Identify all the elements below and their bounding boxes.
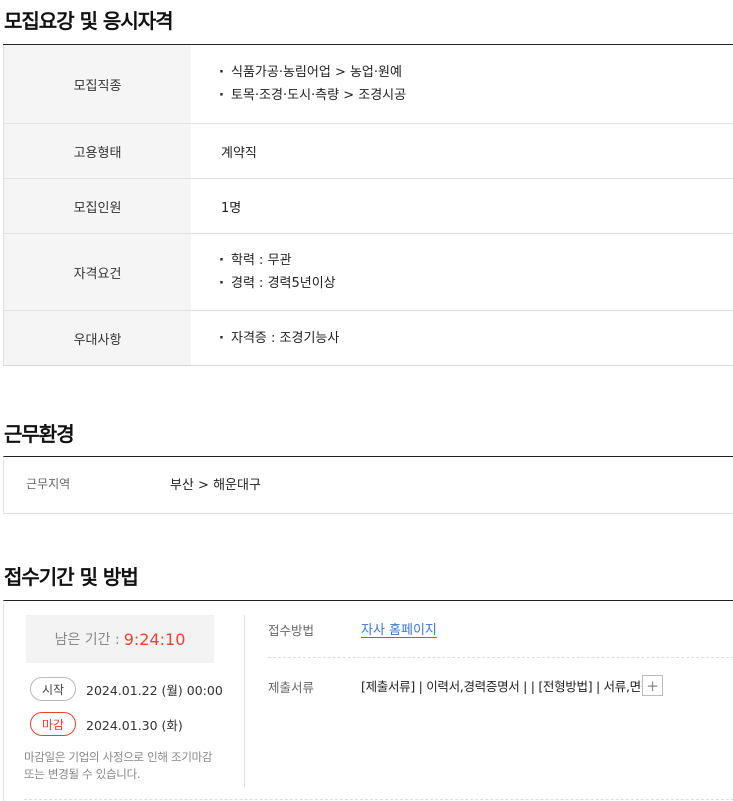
remaining-time-box: 남은 기간 : 9:24:10 (26, 615, 214, 663)
expand-documents-button[interactable]: + (642, 675, 663, 696)
apply-method-label: 접수방법 (268, 623, 315, 638)
list-item: 학력 : 무관 (219, 249, 733, 272)
table-row: 모집직종 식품가공·농림어업 > 농업·원예 토목·조경·도시·측량 > 조경시… (3, 45, 733, 124)
remaining-time-value: 9:24:10 (123, 629, 186, 649)
column-divider (244, 615, 245, 787)
qualification-label: 자격요건 (3, 234, 191, 310)
deadline-date: 2024.01.30 (화) (86, 717, 183, 733)
divider (268, 657, 733, 658)
apply-section-title: 접수기간 및 방법 (4, 565, 139, 589)
divider (24, 799, 733, 800)
list-item: 자격증 : 조경기능사 (219, 327, 733, 350)
start-date-row: 시작 2024.01.22 (월) 00:00 (30, 677, 223, 701)
preference-label: 우대사항 (3, 311, 191, 365)
recruit-section-title: 모집요강 및 응시자격 (4, 9, 174, 33)
job-type-label: 모집직종 (3, 45, 191, 123)
list-item: 토목·조경·도시·측량 > 조경시공 (219, 84, 733, 107)
start-badge: 시작 (30, 677, 76, 701)
apply-box: 남은 기간 : 9:24:10 시작 2024.01.22 (월) 00:00 … (3, 600, 733, 801)
qualification-value: 학력 : 무관 경력 : 경력5년이상 (191, 234, 733, 310)
table-row: 자격요건 학력 : 무관 경력 : 경력5년이상 (3, 234, 733, 311)
deadline-badge: 마감 (30, 712, 76, 736)
end-date-row: 마감 2024.01.30 (화) (30, 712, 183, 736)
documents-label: 제출서류 (268, 680, 315, 695)
table-row: 우대사항 자격증 : 조경기능사 (3, 311, 733, 366)
list-item: 식품가공·농림어업 > 농업·원예 (219, 61, 733, 84)
job-type-value: 식품가공·농림어업 > 농업·원예 토목·조경·도시·측량 > 조경시공 (191, 45, 733, 123)
list-item: 경력 : 경력5년이상 (219, 272, 733, 295)
work-location-value: 부산 > 해운대구 (170, 478, 261, 493)
table-row: 모집인원 1명 (3, 179, 733, 234)
documents-value: [제출서류] | 이력서,경력증명서 | | [전형방법] | 서류,면접 (361, 679, 653, 694)
start-date: 2024.01.22 (월) 00:00 (86, 682, 223, 698)
recruit-table: 모집직종 식품가공·농림어업 > 농업·원예 토목·조경·도시·측량 > 조경시… (3, 44, 733, 366)
preference-value: 자격증 : 조경기능사 (191, 311, 733, 365)
work-location-label: 근무지역 (26, 477, 71, 491)
work-section-title: 근무환경 (4, 422, 75, 446)
headcount-label: 모집인원 (3, 179, 191, 233)
work-environment-box: 근무지역 부산 > 해운대구 (3, 456, 733, 514)
deadline-note: 마감일은 기업의 사정으로 인해 조기마감 또는 변경될 수 있습니다. (24, 750, 213, 781)
employment-type-label: 고용형태 (3, 124, 191, 178)
employment-type-value: 계약직 (221, 145, 257, 161)
remaining-time-label: 남은 기간 : (54, 632, 120, 648)
headcount-value: 1명 (221, 200, 242, 216)
company-homepage-link[interactable]: 자사 홈페이지 (361, 619, 437, 638)
table-row: 고용형태 계약직 (3, 124, 733, 179)
